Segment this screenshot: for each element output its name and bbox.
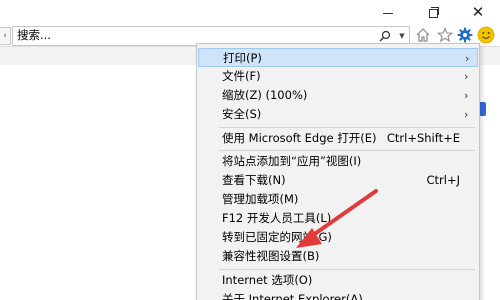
restore-button[interactable]	[414, 0, 454, 24]
menu-item-shortcut: Ctrl+J	[426, 173, 461, 187]
restore-icon	[429, 7, 439, 18]
home-icon[interactable]	[414, 26, 432, 44]
menu-item-label: 将站点添加到“应用”视图(I)	[222, 154, 362, 168]
chevron-right-icon: ›	[464, 70, 469, 83]
close-button[interactable]: ✕	[458, 0, 498, 24]
menu-item-zoom[interactable]: 缩放(Z) (100%) ›	[198, 86, 478, 105]
menu-item-label: Internet 选项(O)	[222, 273, 313, 287]
menu-item-label: 打印(P)	[223, 51, 262, 65]
menu-item-manage-addons[interactable]: 管理加载项(M)	[198, 190, 478, 209]
menu-separator	[219, 269, 475, 270]
menu-item-shortcut: Ctrl+Shift+E	[386, 131, 460, 145]
menu-item-label: 安全(S)	[222, 107, 262, 121]
favorites-star-icon[interactable]	[436, 26, 454, 44]
menu-item-f12-dev-tools[interactable]: F12 开发人员工具(L)	[198, 209, 478, 228]
menu-item-file[interactable]: 文件(F) ›	[198, 67, 478, 86]
menu-separator	[219, 127, 475, 128]
tools-menu: 打印(P) › 文件(F) › 缩放(Z) (100%) › 安全(S) › 使…	[196, 43, 480, 300]
menu-item-open-in-edge[interactable]: 使用 Microsoft Edge 打开(E) Ctrl+Shift+E	[198, 129, 478, 148]
close-icon: ✕	[471, 2, 485, 21]
chevron-right-icon: ›	[464, 108, 469, 121]
menu-item-about-ie[interactable]: 关于 Internet Explorer(A)	[198, 290, 478, 300]
menu-item-internet-options[interactable]: Internet 选项(O)	[198, 271, 478, 290]
menu-item-label: 缩放(Z) (100%)	[222, 88, 308, 102]
menu-item-label: 兼容性视图设置(B)	[222, 249, 320, 263]
chevron-right-icon: ›	[464, 89, 469, 102]
menu-item-label: F12 开发人员工具(L)	[222, 211, 332, 225]
menu-item-label: 查看下载(N)	[222, 173, 286, 187]
menu-item-print[interactable]: 打印(P) ›	[198, 48, 478, 67]
scroll-left-icon[interactable]: ‹	[0, 27, 11, 45]
chevron-right-icon: ›	[465, 52, 470, 65]
title-bar: ✕	[0, 0, 500, 24]
menu-item-label: 使用 Microsoft Edge 打开(E)	[222, 131, 377, 145]
menu-separator	[219, 150, 475, 151]
menu-item-pinned-sites[interactable]: 转到已固定的网站(G)	[198, 228, 478, 247]
menu-item-add-site-to-apps[interactable]: 将站点添加到“应用”视图(I)	[198, 152, 478, 171]
feedback-smiley-icon[interactable]	[477, 26, 495, 44]
browser-window: ✕ ‹ ▼	[0, 0, 500, 300]
minimize-icon	[383, 12, 393, 14]
menu-item-safety[interactable]: 安全(S) ›	[198, 105, 478, 124]
menu-item-label: 文件(F)	[222, 69, 261, 83]
menu-item-label: 关于 Internet Explorer(A)	[222, 292, 363, 300]
menu-item-label: 管理加载项(M)	[222, 192, 299, 206]
menu-item-label: 转到已固定的网站(G)	[222, 230, 332, 244]
tools-gear-icon[interactable]	[456, 26, 474, 44]
search-input[interactable]	[17, 28, 367, 42]
minimize-button[interactable]	[368, 0, 408, 24]
menu-item-compatibility-view[interactable]: 兼容性视图设置(B)	[198, 247, 478, 266]
menu-item-view-downloads[interactable]: 查看下载(N) Ctrl+J	[198, 171, 478, 190]
